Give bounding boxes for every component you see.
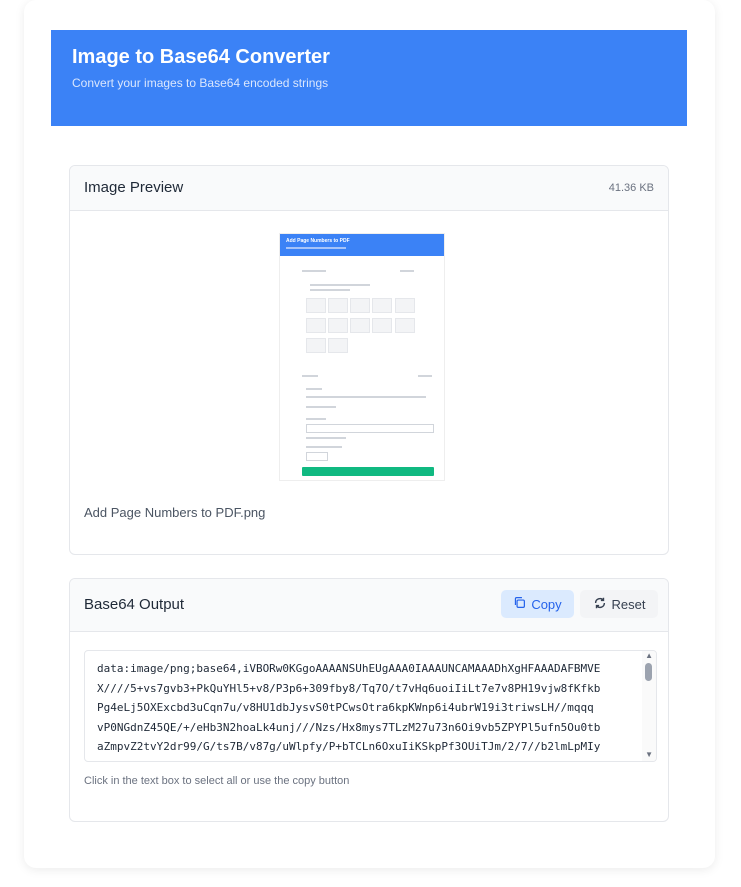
file-size-label: 41.36 KB	[608, 182, 654, 194]
copy-button[interactable]: Copy	[501, 590, 574, 618]
scroll-down-icon[interactable]: ▼	[645, 750, 653, 759]
copy-label: Copy	[531, 596, 562, 612]
page-title: Image to Base64 Converter	[72, 46, 330, 68]
base64-output-panel: Base64 Output Copy Reset data:image/png;…	[69, 578, 669, 822]
image-preview-header: Image Preview 41.36 KB	[70, 166, 668, 211]
preview-image: Add Page Numbers to PDF	[279, 233, 445, 481]
base64-output-title: Base64 Output	[84, 596, 185, 613]
base64-textarea[interactable]: data:image/png;base64,iVBORw0KGgoAAAANSU…	[84, 650, 657, 762]
base64-output-header: Base64 Output Copy Reset	[70, 579, 668, 632]
copy-icon	[513, 596, 526, 612]
page-subtitle: Convert your images to Base64 encoded st…	[72, 76, 329, 90]
image-preview-title: Image Preview	[84, 179, 184, 196]
reset-button[interactable]: Reset	[580, 590, 658, 618]
file-name: Add Page Numbers to PDF.png	[84, 505, 266, 520]
refresh-icon	[593, 596, 607, 613]
image-preview-panel: Image Preview 41.36 KB Add Page Numbers …	[69, 165, 669, 555]
thumbnail-title: Add Page Numbers to PDF	[286, 238, 350, 244]
copy-hint: Click in the text box to select all or u…	[84, 775, 350, 787]
reset-label: Reset	[611, 596, 646, 612]
textarea-scrollbar[interactable]: ▲ ▼	[642, 651, 656, 761]
base64-output-text[interactable]: data:image/png;base64,iVBORw0KGgoAAAANSU…	[97, 659, 635, 761]
app-header: Image to Base64 Converter Convert your i…	[51, 30, 687, 126]
scroll-thumb[interactable]	[645, 663, 652, 681]
scroll-up-icon[interactable]: ▲	[645, 651, 653, 660]
